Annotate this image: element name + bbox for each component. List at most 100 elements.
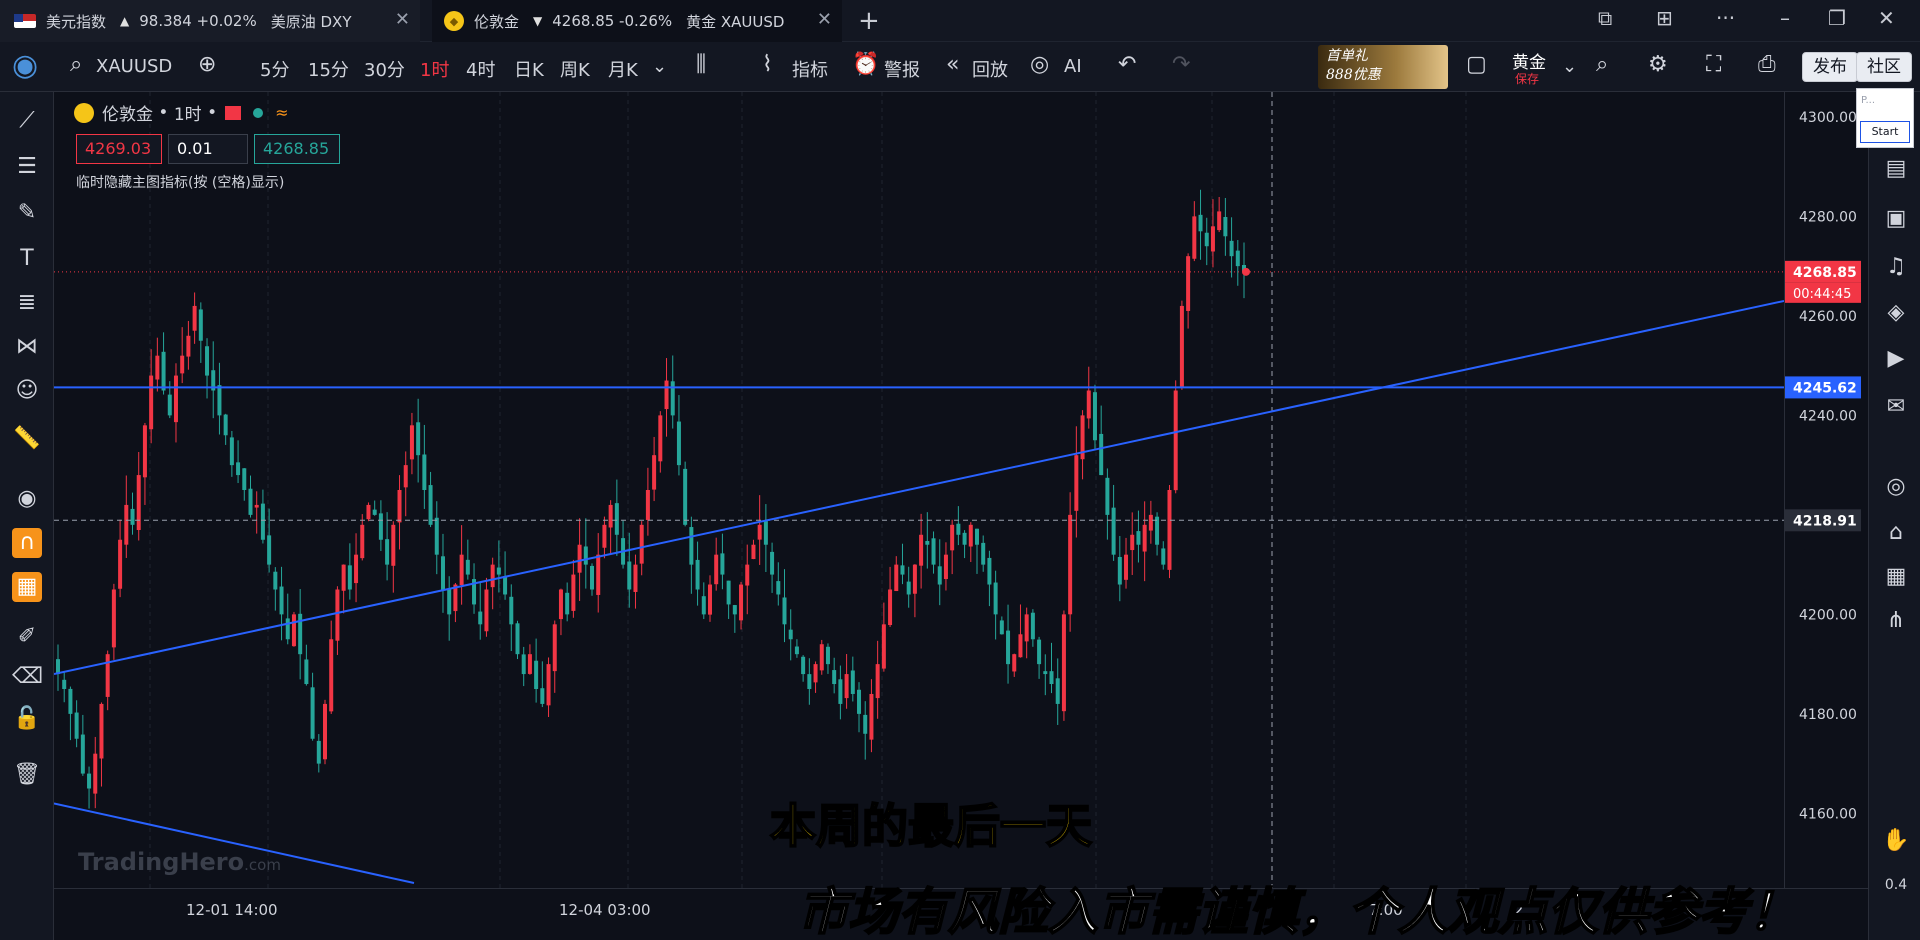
trendline-tool-icon[interactable]: ⟋ — [12, 106, 42, 136]
pattern-tool-icon[interactable]: ⋈ — [12, 332, 42, 362]
fib-tool-icon[interactable]: ≣ — [12, 288, 42, 318]
community-button[interactable]: 社区 — [1856, 52, 1912, 82]
more-icon[interactable]: ··· — [1716, 6, 1735, 30]
price-tick-label: 4260.00 — [1799, 309, 1857, 325]
candle-body — [124, 504, 129, 545]
ruler-icon[interactable]: 📏 — [12, 424, 42, 454]
promo-line-1: 首单礼 — [1326, 48, 1368, 64]
magnet-icon[interactable]: ∩ — [12, 528, 42, 558]
candle-body — [1074, 455, 1079, 511]
start-button[interactable]: Start — [1860, 121, 1910, 143]
bell-icon[interactable]: ♫ — [1881, 252, 1911, 282]
globe-logo-icon[interactable]: ◉ — [12, 48, 38, 83]
candle-body — [93, 753, 98, 794]
handshake-icon[interactable]: ✋ — [1881, 826, 1911, 856]
promo-banner[interactable]: 首单礼 888优惠 — [1318, 45, 1448, 89]
minimize-icon[interactable]: – — [1780, 6, 1790, 30]
target-icon[interactable]: ◎ — [1881, 472, 1911, 502]
layers-icon[interactable]: ◈ — [1881, 298, 1911, 328]
close-icon[interactable]: ✕ — [395, 9, 410, 30]
candle-body — [440, 556, 445, 590]
alerts-button[interactable]: 警报 — [884, 56, 920, 82]
text-tool-icon[interactable]: T — [12, 244, 42, 274]
candlestick-chart[interactable] — [53, 92, 1785, 888]
candle-body — [260, 503, 265, 540]
candle-body — [1061, 614, 1066, 712]
wallet-icon[interactable]: ▣ — [1881, 204, 1911, 234]
layout-chevron-down-icon[interactable]: ⌄ — [1562, 56, 1577, 77]
candle-body — [161, 351, 166, 391]
settings-gear-icon[interactable]: ⚙ — [1648, 52, 1668, 77]
network-icon[interactable]: ⋔ — [1881, 606, 1911, 636]
chevron-down-icon[interactable]: ⌄ — [652, 56, 667, 77]
video-icon[interactable]: ▶ — [1881, 344, 1911, 374]
ai-eye-icon[interactable]: ◎ — [1030, 52, 1049, 77]
sell-price-button[interactable]: 4269.03 — [76, 134, 162, 164]
buy-price-button[interactable]: 4268.85 — [254, 134, 340, 164]
candle-type-icon[interactable]: ⫼ — [696, 52, 706, 77]
redo-icon[interactable]: ↷ — [1172, 52, 1190, 77]
candle-body — [509, 596, 514, 625]
interval-30m[interactable]: 30分 — [364, 56, 405, 82]
search-icon[interactable]: ⌕ — [70, 52, 82, 77]
candle-body — [1117, 556, 1122, 585]
price-axis[interactable]: 4300.00 4280.00 4260.00 4240.00 4200.00 4180.… — [1784, 92, 1868, 888]
tab-dxy[interactable]: 美元指数 ▲ 98.384 +0.02% 美原油 DXY ✕ — [0, 0, 420, 42]
quantity-input[interactable]: 0.01 — [168, 134, 248, 164]
candle-body — [931, 538, 936, 565]
graduation-cap-icon[interactable]: ⌂ — [1881, 518, 1911, 548]
close-window-icon[interactable]: ✕ — [1878, 6, 1895, 30]
save-status[interactable]: 保存 — [1515, 70, 1539, 87]
chart-pane[interactable] — [53, 92, 1785, 888]
order-panel: 4269.03 0.01 4268.85 — [76, 134, 340, 164]
layout-square-icon[interactable]: ▢ — [1466, 52, 1487, 77]
grid-table-icon[interactable]: ▦ — [1881, 562, 1911, 592]
brush-icon[interactable]: ✎ — [12, 198, 42, 228]
compare-plus-icon[interactable]: ⊕ — [198, 52, 216, 77]
publish-button[interactable]: 发布 — [1802, 52, 1858, 82]
maximize-icon[interactable]: ❐ — [1828, 6, 1846, 30]
document-icon[interactable]: ▤ — [1881, 154, 1911, 184]
ai-button[interactable]: AI — [1064, 56, 1082, 77]
trendline-up[interactable] — [53, 299, 1785, 676]
eye-icon[interactable]: ◉ — [12, 484, 42, 514]
emoji-icon[interactable]: ☺ — [12, 376, 42, 406]
candle-body — [707, 584, 712, 615]
replay-button[interactable]: 回放 — [972, 56, 1008, 82]
undo-icon[interactable]: ↶ — [1118, 52, 1136, 77]
pencil-lock-icon[interactable]: ✐ — [12, 622, 42, 652]
candle-body — [676, 421, 681, 466]
last-price-label: 4268.85 — [1793, 265, 1857, 281]
start-widget[interactable]: P... Start — [1856, 88, 1914, 148]
interval-4h[interactable]: 4时 — [466, 56, 495, 82]
fullscreen-icon[interactable]: ⛶ — [1706, 52, 1721, 77]
candle-body — [782, 597, 787, 625]
symbol-search[interactable]: XAUUSD — [96, 56, 172, 77]
interval-month[interactable]: 月K — [608, 56, 638, 82]
price-tick-label: 4200.00 — [1799, 607, 1857, 623]
indicators-icon[interactable]: ⌇ — [762, 52, 773, 77]
interval-week[interactable]: 周K — [560, 56, 590, 82]
horizontal-lines-icon[interactable]: ☰ — [12, 152, 42, 182]
trash-icon[interactable]: 🗑 — [12, 760, 42, 790]
alarm-clock-icon[interactable]: ⏰ — [852, 52, 879, 77]
candle-body — [459, 554, 464, 586]
calendar-icon[interactable]: ▦ — [12, 572, 42, 602]
layout-icon[interactable]: ⊞ — [1656, 6, 1673, 30]
interval-15m[interactable]: 15分 — [308, 56, 349, 82]
indicators-button[interactable]: 指标 — [792, 56, 828, 82]
interval-day[interactable]: 日K — [514, 56, 544, 82]
candle-body — [639, 524, 644, 564]
camera-icon[interactable]: ⎙ — [1758, 52, 1776, 77]
interval-5m[interactable]: 5分 — [260, 56, 289, 82]
tab-xauusd[interactable]: ◆ 伦敦金 ▼ 4268.85 -0.26% 黄金 XAUUSD ✕ — [432, 0, 842, 42]
quick-search-icon[interactable]: ⌕ — [1596, 52, 1608, 77]
chat-icon[interactable]: ✉ — [1881, 392, 1911, 422]
close-icon[interactable]: ✕ — [817, 9, 832, 30]
new-tab-plus-icon[interactable]: + — [858, 6, 880, 36]
interval-1h[interactable]: 1时 — [420, 56, 449, 82]
eraser-icon[interactable]: ⌫ — [12, 662, 43, 692]
rewind-icon[interactable]: « — [946, 52, 959, 77]
screenshot-window-icon[interactable]: ⧉ — [1598, 6, 1612, 30]
unlock-icon[interactable]: 🔓 — [12, 704, 42, 734]
